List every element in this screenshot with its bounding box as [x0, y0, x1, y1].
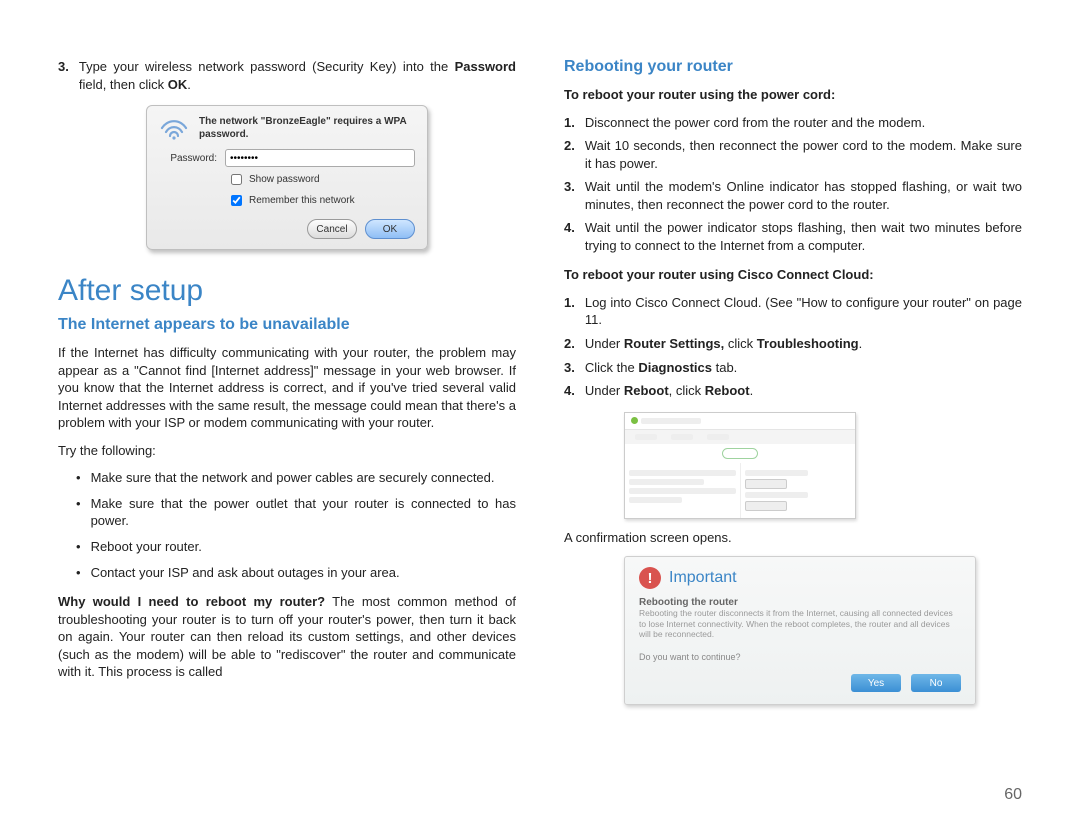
dialog-title: Important — [669, 569, 737, 587]
subsection-heading: The Internet appears to be unavailable — [58, 316, 516, 334]
bullet-item: Reboot your router. — [58, 538, 516, 556]
confirmation-text: A confirmation screen opens. — [564, 529, 1022, 547]
list-item: 2.Under Router Settings, click Troublesh… — [564, 335, 1022, 353]
intro-paragraph: If the Internet has difficulty communica… — [58, 344, 516, 432]
password-input[interactable] — [225, 149, 415, 167]
dialog-subtitle: Rebooting the router — [625, 593, 975, 608]
procedure-heading: To reboot your router using the power co… — [564, 86, 1022, 104]
remember-network-checkbox[interactable] — [231, 195, 242, 206]
cancel-button[interactable]: Cancel — [307, 219, 357, 239]
bullet-item: Contact your ISP and ask about outages i… — [58, 564, 516, 582]
list-item: 3.Click the Diagnostics tab. — [564, 359, 1022, 377]
bullet-item: Make sure that the power outlet that you… — [58, 495, 516, 530]
section-heading: After setup — [58, 274, 516, 308]
troubleshooting-screenshot — [624, 412, 856, 519]
list-item: 4.Wait until the power indicator stops f… — [564, 219, 1022, 254]
important-dialog: ! Important Rebooting the router Rebooti… — [624, 556, 976, 705]
wifi-password-dialog: The network "BronzeEagle" requires a WPA… — [146, 105, 428, 250]
step-number: 3. — [58, 58, 69, 93]
no-button[interactable]: No — [911, 674, 961, 692]
left-column: 3. Type your wireless network password (… — [58, 58, 516, 705]
pill-icon — [722, 448, 758, 459]
right-column: Rebooting your router To reboot your rou… — [564, 58, 1022, 705]
page-number: 60 — [1004, 786, 1022, 804]
step-3: 3. Type your wireless network password (… — [58, 58, 516, 93]
subsection-heading: Rebooting your router — [564, 58, 1022, 76]
list-item: 1.Disconnect the power cord from the rou… — [564, 114, 1022, 132]
dialog-body: Rebooting the router disconnects it from… — [625, 608, 975, 646]
try-heading: Try the following: — [58, 442, 516, 460]
dialog-message: The network "BronzeEagle" requires a WPA… — [199, 116, 415, 141]
wifi-icon — [159, 118, 189, 140]
dialog-question: Do you want to continue? — [625, 646, 975, 668]
bullet-item: Make sure that the network and power cab… — [58, 469, 516, 487]
yes-button[interactable]: Yes — [851, 674, 901, 692]
remember-network-label: Remember this network — [249, 195, 355, 206]
list-item: 2.Wait 10 seconds, then reconnect the po… — [564, 137, 1022, 172]
status-dot-icon — [631, 417, 638, 424]
list-item: 3.Wait until the modem's Online indicato… — [564, 178, 1022, 213]
show-password-label: Show password — [249, 174, 320, 185]
password-label: Password: — [159, 153, 217, 164]
why-reboot-paragraph: Why would I need to reboot my router? Th… — [58, 593, 516, 681]
ok-button[interactable]: OK — [365, 219, 415, 239]
show-password-checkbox[interactable] — [231, 174, 242, 185]
procedure-heading: To reboot your router using Cisco Connec… — [564, 266, 1022, 284]
list-item: 1.Log into Cisco Connect Cloud. (See "Ho… — [564, 294, 1022, 329]
list-item: 4.Under Reboot, click Reboot. — [564, 382, 1022, 400]
warning-icon: ! — [639, 567, 661, 589]
step-text: Type your wireless network password (Sec… — [79, 58, 516, 93]
